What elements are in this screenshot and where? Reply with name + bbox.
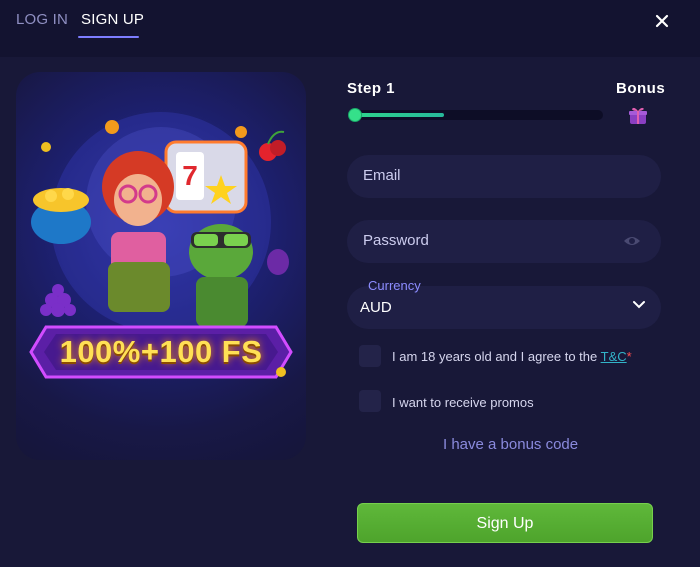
- promos-checkbox[interactable]: [359, 390, 381, 412]
- bonus-label: Bonus: [616, 80, 666, 97]
- active-tab-indicator: [78, 36, 139, 38]
- email-field[interactable]: Email: [347, 155, 661, 198]
- email-placeholder: Email: [363, 167, 401, 184]
- age-terms-label: I am 18 years old and I agree to the T&C…: [392, 349, 632, 364]
- currency-caption: Currency: [368, 278, 421, 293]
- promo-title: 100%+100 FS: [59, 334, 263, 369]
- password-placeholder: Password: [363, 232, 429, 249]
- tab-signup[interactable]: SIGN UP: [81, 11, 144, 28]
- bonus-code-link[interactable]: I have a bonus code: [443, 436, 578, 453]
- age-terms-text: I am 18 years old and I agree to the: [392, 349, 601, 364]
- chevron-down-icon[interactable]: [631, 299, 647, 311]
- tab-login[interactable]: LOG IN: [16, 11, 68, 28]
- age-terms-checkbox[interactable]: [359, 345, 381, 367]
- step-progress-bar: [348, 108, 603, 122]
- svg-text:7: 7: [182, 160, 198, 191]
- password-field[interactable]: Password: [347, 220, 661, 263]
- step-label: Step 1: [347, 80, 396, 97]
- progress-knob: [348, 108, 362, 122]
- required-asterisk: *: [626, 349, 632, 364]
- modal-header: LOG IN SIGN UP: [0, 0, 700, 57]
- gift-icon: [629, 107, 647, 124]
- close-icon[interactable]: [651, 10, 673, 32]
- tc-link[interactable]: T&C: [601, 349, 627, 364]
- promo-illustration: 7: [29, 112, 293, 379]
- progress-fill: [350, 113, 444, 117]
- sign-up-button[interactable]: Sign Up: [357, 503, 653, 543]
- currency-value[interactable]: AUD: [360, 299, 392, 316]
- promos-label: I want to receive promos: [392, 395, 534, 410]
- promo-banner: 7 100%+100 FS: [16, 72, 306, 460]
- eye-icon[interactable]: [623, 233, 641, 249]
